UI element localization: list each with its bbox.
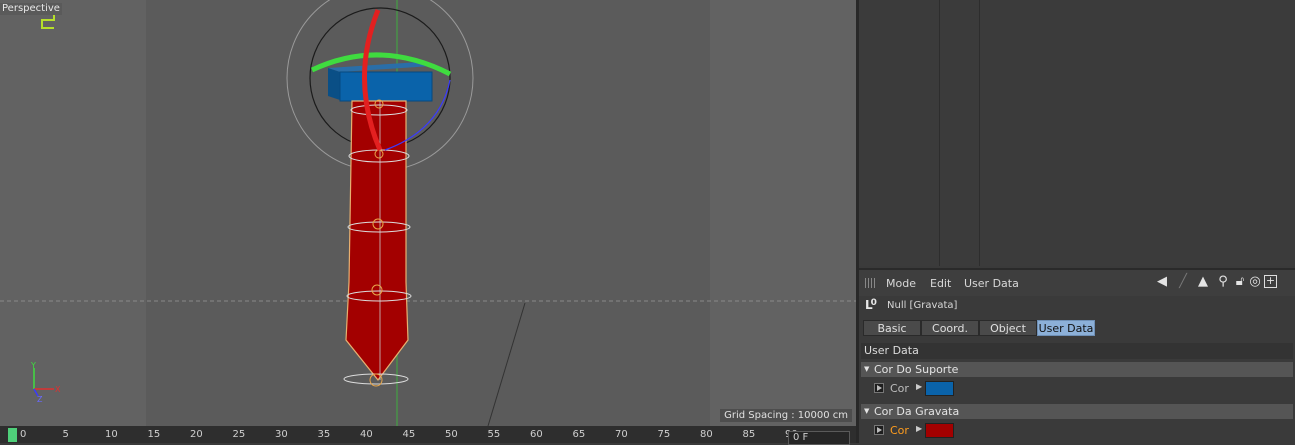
timeline-tick: 25 xyxy=(232,429,246,440)
tab-basic[interactable]: Basic xyxy=(863,320,921,336)
timeline-tick: 85 xyxy=(742,429,756,440)
param-label: Cor xyxy=(890,424,909,437)
object-manager[interactable] xyxy=(859,0,1295,266)
attributes-menubar: Mode Edit User Data ◀ ╱ ▲ ⚲ 🔓︎ ◎ + xyxy=(859,268,1295,296)
section-user-data: User Data xyxy=(861,343,1293,359)
expand-arrow-icon[interactable]: ▶ xyxy=(916,382,922,391)
timeline-tick: 20 xyxy=(190,429,203,440)
viewport[interactable]: Y X Z Perspective Grid Spacing : 10000 c… xyxy=(0,0,856,426)
support-front xyxy=(339,71,433,102)
param-cor-suporte: Cor ▶ xyxy=(861,380,1293,398)
tab-object[interactable]: Object xyxy=(979,320,1037,336)
timeline-tick: 50 xyxy=(445,429,458,440)
timeline-tick: 35 xyxy=(317,429,331,440)
timeline-tick: 0 xyxy=(20,429,27,440)
lock-icon[interactable]: 🔓︎ xyxy=(1233,275,1247,289)
search-icon[interactable]: ⚲ xyxy=(1216,275,1230,289)
menu-user-data[interactable]: User Data xyxy=(964,277,1019,290)
keyframe-button[interactable] xyxy=(874,383,884,393)
axis-y-label: Y xyxy=(30,361,36,370)
null-object-icon: L0 xyxy=(865,298,877,312)
tab-coord[interactable]: Coord. xyxy=(921,320,979,336)
object-name: Null [Gravata] xyxy=(887,300,958,311)
grid-spacing-label: Grid Spacing : 10000 cm xyxy=(720,409,852,422)
timeline-tick: 55 xyxy=(487,429,501,440)
scene-svg: Y X Z xyxy=(0,0,856,426)
timeline-tick: 30 xyxy=(275,429,288,440)
arrow-diagonal-icon[interactable]: ╱ xyxy=(1175,275,1191,289)
grip-icon xyxy=(865,278,877,288)
timeline[interactable]: 051015202530354045505560657075808590 xyxy=(0,426,856,443)
group-cor-da-gravata[interactable]: Cor Da Gravata xyxy=(861,404,1293,419)
timeline-tick: 75 xyxy=(657,429,671,440)
playhead[interactable] xyxy=(8,428,17,442)
object-manager-column xyxy=(859,0,940,266)
grid-line xyxy=(487,302,526,426)
timeline-tick: 10 xyxy=(105,429,118,440)
timeline-tick: 5 xyxy=(62,429,69,440)
add-icon[interactable]: + xyxy=(1264,275,1277,288)
target-icon[interactable]: ◎ xyxy=(1248,275,1262,289)
camera-link-icon xyxy=(41,13,55,29)
arrow-left-icon[interactable]: ◀ xyxy=(1151,275,1173,289)
expand-arrow-icon[interactable]: ▶ xyxy=(916,424,922,433)
object-manager-column xyxy=(940,0,980,266)
tab-user-data[interactable]: User Data xyxy=(1037,320,1095,336)
menu-mode[interactable]: Mode xyxy=(886,277,916,290)
timeline-tick: 45 xyxy=(402,429,416,440)
group-cor-do-suporte[interactable]: Cor Do Suporte xyxy=(861,362,1293,377)
color-swatch-suporte[interactable] xyxy=(925,381,954,396)
timeline-tick: 80 xyxy=(700,429,713,440)
color-swatch-gravata[interactable] xyxy=(925,423,954,438)
param-label: Cor xyxy=(890,382,909,395)
keyframe-button[interactable] xyxy=(874,425,884,435)
arrow-up-icon[interactable]: ▲ xyxy=(1196,275,1210,289)
param-cor-gravata: Cor ▶ xyxy=(861,422,1293,440)
timeline-tick: 65 xyxy=(572,429,586,440)
attributes-manager[interactable]: Mode Edit User Data ◀ ╱ ▲ ⚲ 🔓︎ ◎ + L0 Nu… xyxy=(859,268,1295,443)
viewport-label[interactable]: Perspective xyxy=(0,3,62,15)
support-side xyxy=(328,68,340,100)
support-top xyxy=(328,62,432,72)
timeline-tick: 40 xyxy=(360,429,373,440)
timeline-tick: 70 xyxy=(615,429,628,440)
menu-edit[interactable]: Edit xyxy=(930,277,951,290)
axis-x-label: X xyxy=(55,385,61,394)
timeline-tick: 60 xyxy=(530,429,543,440)
axis-z-label: Z xyxy=(37,395,43,404)
timeline-tick: 15 xyxy=(147,429,161,440)
